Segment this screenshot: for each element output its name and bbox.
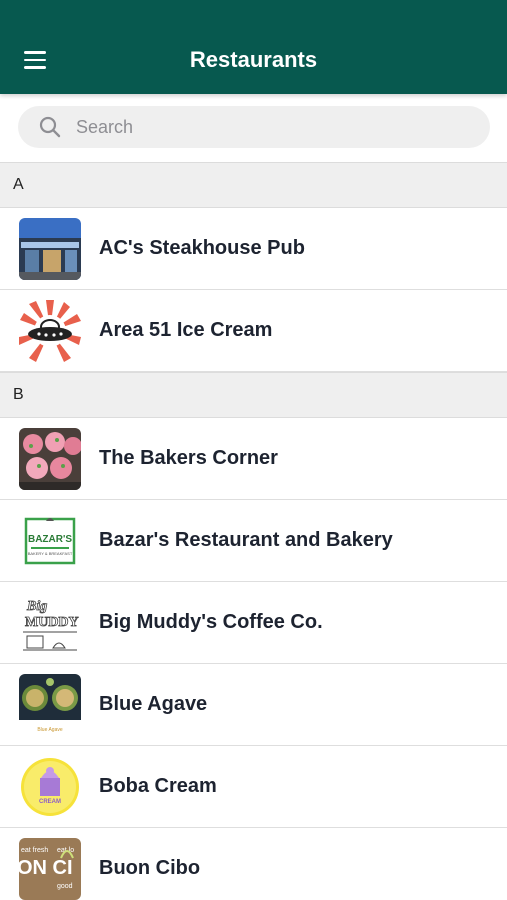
list-item[interactable]: Big MUDDY Big Muddy's Coffee Co. (0, 582, 507, 664)
list-item[interactable]: CREAM Boba Cream (0, 746, 507, 828)
restaurant-name: Blue Agave (99, 693, 208, 715)
ufo-logo (19, 299, 81, 362)
section-header-b: B (0, 372, 507, 418)
restaurant-list: A AC's Steakhouse Pub Area 51 Ice Cream … (0, 162, 507, 900)
list-item[interactable]: The Bakers Corner (0, 418, 507, 500)
blue-agave-logo: Blue Agave (19, 673, 81, 736)
steakhouse-photo (19, 217, 81, 280)
buon-cibo-logo: eat fresh eat lo ON CI good (19, 837, 81, 900)
restaurant-name: Area 51 Ice Cream (99, 319, 273, 341)
search-input[interactable] (76, 116, 490, 138)
svg-text:good: good (57, 883, 73, 890)
list-item[interactable]: Blue Agave Blue Agave (0, 664, 507, 746)
search-box[interactable] (18, 106, 490, 148)
page-title: Restaurants (189, 47, 318, 72)
app-bar: Restaurants (0, 0, 507, 94)
search-bar (0, 94, 507, 162)
search-icon (39, 116, 61, 138)
list-item[interactable]: AC's Steakhouse Pub (0, 208, 507, 290)
restaurant-name: The Bakers Corner (99, 447, 278, 469)
section-header-a: A (0, 162, 507, 208)
svg-text:MUDDY: MUDDY (25, 615, 79, 630)
svg-text:BAKERY & BREAKFAST: BAKERY & BREAKFAST (28, 551, 73, 556)
svg-text:CREAM: CREAM (39, 799, 61, 805)
svg-text:Big: Big (26, 599, 47, 614)
restaurant-name: Bazar's Restaurant and Bakery (99, 529, 393, 551)
restaurant-name: Buon Cibo (99, 857, 201, 879)
svg-text:ON CI: ON CI (19, 857, 73, 879)
list-item[interactable]: BAZAR'S BAKERY & BREAKFAST Bazar's Resta… (0, 500, 507, 582)
svg-text:eat fresh: eat fresh (21, 847, 48, 854)
big-muddy-logo: Big MUDDY (19, 591, 81, 654)
svg-text:Blue Agave: Blue Agave (37, 727, 63, 733)
list-item[interactable]: eat fresh eat lo ON CI good Buon Cibo (0, 828, 507, 900)
cupcakes-photo (19, 427, 81, 490)
boba-cream-logo: CREAM (19, 755, 81, 818)
svg-text:BAZAR'S: BAZAR'S (28, 534, 72, 545)
list-item[interactable]: Area 51 Ice Cream (0, 290, 507, 372)
restaurant-name: Boba Cream (99, 775, 217, 797)
restaurant-name: AC's Steakhouse Pub (99, 237, 305, 259)
restaurant-name: Big Muddy's Coffee Co. (99, 611, 323, 633)
bazars-logo: BAZAR'S BAKERY & BREAKFAST (19, 509, 81, 572)
